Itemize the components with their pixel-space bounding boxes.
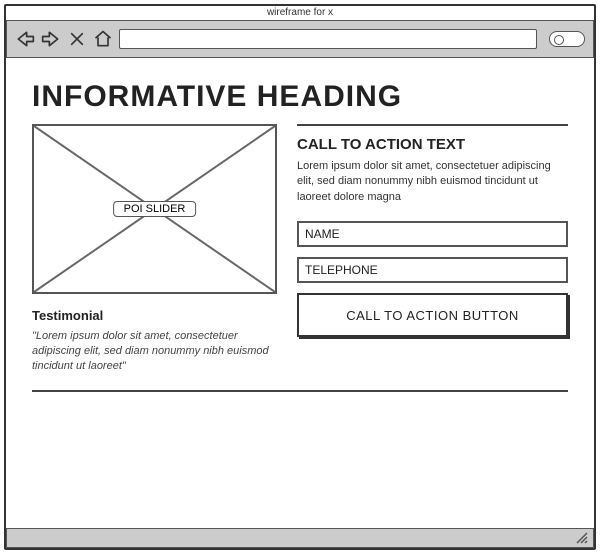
browser-toolbar <box>6 20 594 58</box>
cta-heading: CALL TO ACTION TEXT <box>297 136 568 153</box>
browser-frame: wireframe for x INFORMATIVE HEADING <box>4 4 596 550</box>
testimonial-body: "Lorem ipsum dolor sit amet, consectetue… <box>32 329 277 374</box>
url-bar[interactable] <box>119 29 537 49</box>
cta-body: Lorem ipsum dolor sit amet, consectetuer… <box>297 159 568 205</box>
telephone-field[interactable] <box>297 257 568 283</box>
forward-arrow-icon[interactable] <box>41 29 61 49</box>
resize-grip-icon <box>575 531 589 545</box>
search-icon[interactable] <box>549 31 585 47</box>
slider-label: POI SLIDER <box>113 201 197 217</box>
back-arrow-icon[interactable] <box>15 29 35 49</box>
testimonial-title: Testimonial <box>32 308 277 323</box>
name-field[interactable] <box>297 221 568 247</box>
page-content: INFORMATIVE HEADING POI SLIDER Testimoni… <box>8 60 592 524</box>
page-heading: INFORMATIVE HEADING <box>32 80 568 114</box>
stop-icon[interactable] <box>67 29 87 49</box>
poi-slider[interactable]: POI SLIDER <box>32 124 277 294</box>
home-icon[interactable] <box>93 29 113 49</box>
cta-button[interactable]: CALL TO ACTION BUTTON <box>297 293 568 337</box>
divider <box>32 390 568 392</box>
status-bar <box>6 528 594 548</box>
